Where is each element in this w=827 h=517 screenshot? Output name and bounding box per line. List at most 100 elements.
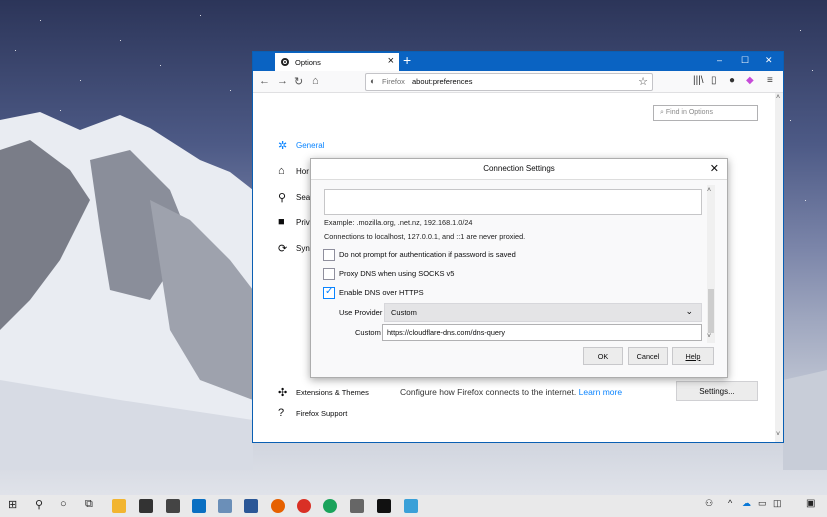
custom-label: Custom <box>355 328 381 337</box>
proxy-dns-checkbox[interactable] <box>323 268 335 280</box>
enable-doh-label: Enable DNS over HTTPS <box>339 288 424 297</box>
new-tab-icon[interactable]: + <box>403 52 411 68</box>
help-button[interactable]: Help <box>672 347 714 365</box>
gear-icon <box>281 58 289 66</box>
scroll-down-icon[interactable]: ˅ <box>776 431 780 438</box>
network-icon[interactable]: ◫ <box>773 498 782 509</box>
photos-icon[interactable] <box>218 499 232 513</box>
taskbar: ⊞ ⚲ ○ ⧉ ⚇ ^ ☁ ▭ ◫ ▣ <box>0 495 827 517</box>
scroll-thumb[interactable] <box>708 289 714 333</box>
no-proxy-textarea[interactable] <box>324 189 702 215</box>
sync-icon: ⟳ <box>278 243 288 255</box>
use-provider-label: Use Provider <box>339 308 383 317</box>
sidebar-item-search[interactable]: ⚲ Sea <box>278 191 310 204</box>
firefox-taskbar-icon[interactable] <box>271 499 285 513</box>
mail-icon[interactable] <box>166 499 180 513</box>
gear-icon: ✲ <box>278 140 288 152</box>
sidebar-item-privacy[interactable]: ■ Priv <box>278 216 310 228</box>
windows-start-icon[interactable]: ⊞ <box>8 498 17 511</box>
nav-bar: ← → ↻ ⌂ ◐ Firefox about:preferences ☆ ||… <box>253 71 783 93</box>
no-auth-prompt-checkbox[interactable] <box>323 249 335 261</box>
scroll-up-icon[interactable]: ˄ <box>776 94 780 101</box>
chrome-icon[interactable] <box>297 499 311 513</box>
search-icon[interactable]: ⚲ <box>35 498 43 511</box>
url-text: about:preferences <box>412 77 473 86</box>
maximize-icon[interactable]: ☐ <box>741 55 749 66</box>
remote-desktop-icon[interactable] <box>404 499 418 513</box>
back-icon[interactable]: ← <box>259 75 270 87</box>
window-close-icon[interactable]: ✕ <box>765 55 773 66</box>
minimize-icon[interactable]: – <box>717 55 722 65</box>
proxy-dns-label: Proxy DNS when using SOCKS v5 <box>339 269 455 278</box>
sidebar-item-label: General <box>296 141 325 150</box>
provider-select[interactable]: Custom ⌄ <box>384 303 702 322</box>
file-explorer-icon[interactable] <box>112 499 126 513</box>
firefox-logo-icon: ◐ <box>370 76 376 86</box>
onedrive-icon[interactable]: ☁ <box>742 498 751 509</box>
sidebar-item-general[interactable]: ✲ General <box>278 139 324 152</box>
home-icon[interactable]: ⌂ <box>312 75 319 87</box>
extension-icon[interactable]: ◆ <box>746 75 754 86</box>
sidebar-item-label: Extensions & Themes <box>296 388 369 397</box>
sidebar-extensions-themes[interactable]: ✣ Extensions & Themes <box>278 386 369 399</box>
connection-settings-dialog: Connection Settings ✕ Example: .mozilla.… <box>310 158 728 378</box>
terminal-icon[interactable] <box>377 499 391 513</box>
sidebar-item-label: Priv <box>296 217 310 227</box>
app-icon[interactable] <box>350 499 364 513</box>
sidebar-item-sync[interactable]: ⟳ Syn <box>278 242 310 255</box>
custom-doh-url-input[interactable]: https://cloudflare-dns.com/dns-query <box>382 324 702 341</box>
tab-close-icon[interactable]: × <box>388 55 394 67</box>
no-auth-prompt-label: Do not prompt for authentication if pass… <box>339 250 516 259</box>
chevron-down-icon: ⌄ <box>685 306 693 316</box>
edge-icon[interactable] <box>323 499 337 513</box>
chevron-up-icon[interactable]: ^ <box>728 498 732 508</box>
ok-button[interactable]: OK <box>583 347 623 365</box>
sidebar-item-label: Sea <box>296 193 311 202</box>
battery-icon[interactable]: ▭ <box>758 498 767 509</box>
sidebar-firefox-support[interactable]: ? Firefox Support <box>278 407 347 419</box>
menu-icon[interactable]: ≡ <box>767 75 773 86</box>
library-icon[interactable]: |||\ <box>693 75 704 86</box>
tab-options[interactable]: Options × <box>275 53 399 71</box>
help-icon: ? <box>278 407 285 419</box>
outlook-icon[interactable] <box>192 499 206 513</box>
find-in-options-input[interactable]: ⌕ Find in Options <box>653 105 758 121</box>
url-bar[interactable]: ◐ Firefox about:preferences ☆ <box>365 73 653 91</box>
scroll-down-icon[interactable]: ˅ <box>707 333 711 340</box>
dialog-title: Connection Settings <box>483 164 555 173</box>
puzzle-icon: ✣ <box>278 387 288 399</box>
word-icon[interactable] <box>244 499 258 513</box>
scroll-up-icon[interactable]: ˄ <box>707 187 711 194</box>
forward-icon[interactable]: → <box>277 75 288 87</box>
network-settings-button[interactable]: Settings... <box>676 381 758 401</box>
sidebar-item-label: Syn <box>296 244 310 253</box>
find-placeholder: ⌕ Find in Options <box>660 109 713 116</box>
sidebar-item-label: Hor <box>296 166 309 176</box>
sidebar-item-label: Firefox Support <box>296 408 348 418</box>
network-settings-description: Configure how Firefox connects to the in… <box>400 387 622 397</box>
notifications-icon[interactable]: ▣ <box>806 498 815 509</box>
page-scrollbar[interactable]: ˄ ˅ <box>775 93 783 442</box>
home-icon: ⌂ <box>278 165 285 177</box>
cortana-icon[interactable]: ○ <box>60 498 67 510</box>
url-identity-label: Firefox <box>382 77 405 86</box>
dialog-close-icon[interactable]: ✕ <box>710 159 719 179</box>
sidebar-icon[interactable]: ▯ <box>711 75 717 86</box>
store-icon[interactable] <box>139 499 153 513</box>
account-icon[interactable]: ● <box>729 75 735 86</box>
task-view-icon[interactable]: ⧉ <box>85 498 93 511</box>
localhost-note: Connections to localhost, 127.0.0.1, and… <box>324 232 526 241</box>
tab-title: Options <box>295 57 321 67</box>
configure-text: Configure how Firefox connects to the in… <box>400 387 577 397</box>
bookmark-star-icon[interactable]: ☆ <box>638 75 648 88</box>
enable-doh-checkbox[interactable] <box>323 286 335 299</box>
reload-icon[interactable]: ↻ <box>294 75 303 88</box>
sidebar-item-home[interactable]: ⌂ Hor <box>278 165 309 177</box>
title-bar: Options × + – ☐ ✕ <box>253 52 783 71</box>
search-icon: ⚲ <box>278 192 287 204</box>
dialog-scrollbar[interactable]: ˄ ˅ <box>707 185 715 343</box>
cancel-button[interactable]: Cancel <box>628 347 668 365</box>
custom-doh-url-value: https://cloudflare-dns.com/dns-query <box>387 328 506 337</box>
learn-more-link[interactable]: Learn more <box>579 387 622 397</box>
people-icon[interactable]: ⚇ <box>705 498 713 509</box>
